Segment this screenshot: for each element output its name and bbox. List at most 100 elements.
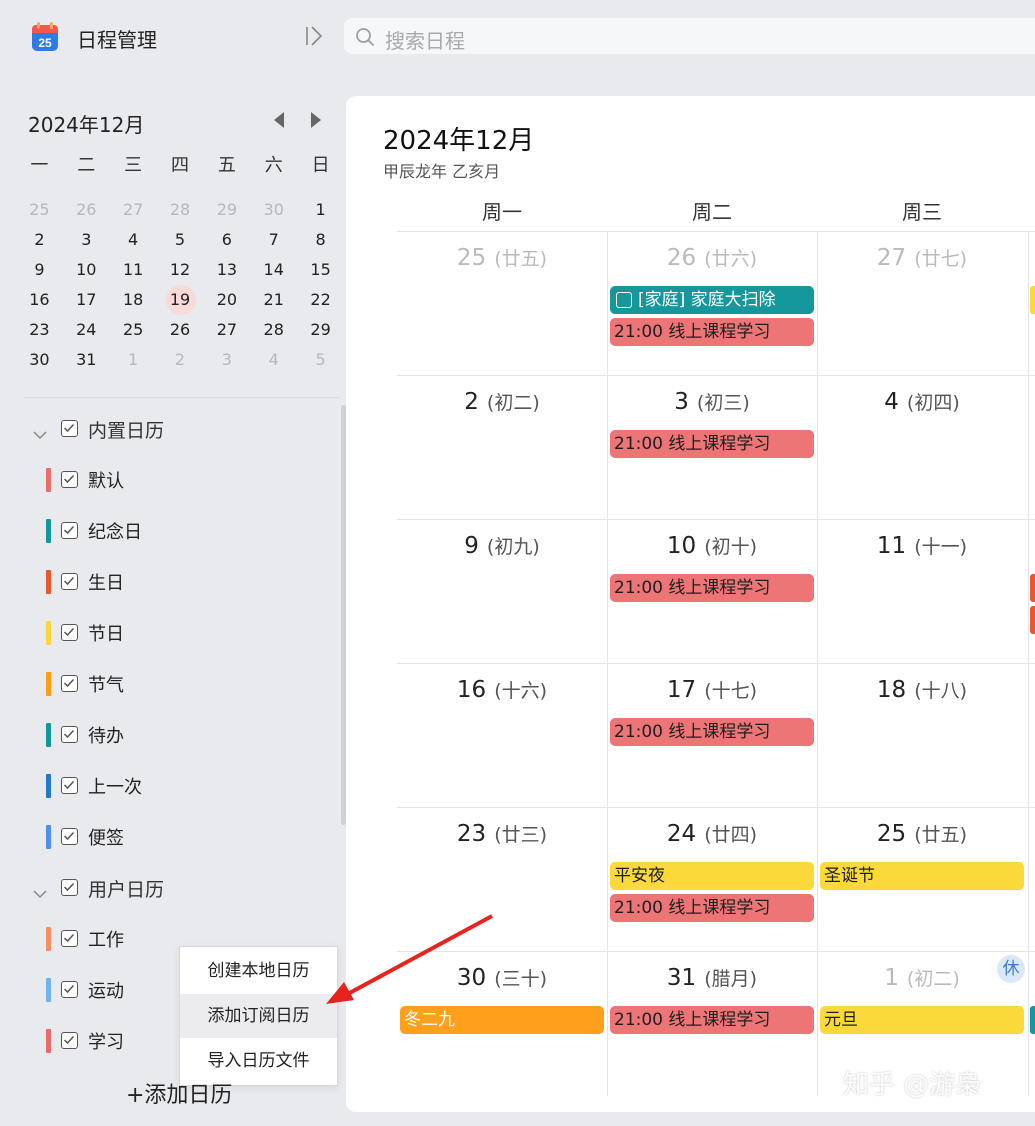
day-header[interactable]: 24 (廿四) xyxy=(607,820,817,847)
calendar-item-label[interactable]: 运动 xyxy=(88,977,124,1003)
mini-day-cell[interactable]: 4 xyxy=(250,345,297,375)
day-header[interactable]: 4 (初四) xyxy=(817,388,1027,415)
prev-month-icon[interactable] xyxy=(272,111,286,129)
chevron-down-icon[interactable] xyxy=(33,425,47,440)
mini-day-cell[interactable]: 30 xyxy=(16,345,63,375)
day-header[interactable]: 16 (十六) xyxy=(397,676,607,703)
event-chip-clipped[interactable] xyxy=(1030,574,1035,602)
collapse-sidebar-icon[interactable] xyxy=(302,24,326,48)
mini-day-cell[interactable]: 29 xyxy=(203,195,250,225)
day-header[interactable]: 17 (十七) xyxy=(607,676,817,703)
calendar-checkbox[interactable] xyxy=(61,675,78,692)
event-chip[interactable]: 21:00 线上课程学习 xyxy=(610,894,814,922)
day-header[interactable]: 1 (初二) xyxy=(817,964,1027,991)
todo-checkbox-icon[interactable] xyxy=(616,292,632,308)
day-header[interactable]: 25 (廿五) xyxy=(397,244,607,271)
calendar-item-label[interactable]: 节气 xyxy=(88,671,124,697)
calendar-item-label[interactable]: 默认 xyxy=(88,467,124,493)
event-chip-clipped[interactable] xyxy=(1030,1006,1035,1034)
mini-day-cell[interactable]: 30 xyxy=(250,195,297,225)
mini-day-cell[interactable]: 3 xyxy=(63,225,110,255)
mini-day-cell[interactable]: 27 xyxy=(110,195,157,225)
mini-day-cell[interactable]: 9 xyxy=(16,255,63,285)
calendar-item-label[interactable]: 学习 xyxy=(88,1028,124,1054)
mini-day-cell[interactable]: 28 xyxy=(250,315,297,345)
chevron-down-icon[interactable] xyxy=(33,884,47,899)
menu-item-create-local[interactable]: 创建本地日历 xyxy=(180,949,337,993)
mini-day-cell[interactable]: 3 xyxy=(203,345,250,375)
calendar-item-label[interactable]: 生日 xyxy=(88,569,124,595)
mini-day-cell[interactable]: 22 xyxy=(297,285,344,315)
calendar-checkbox[interactable] xyxy=(61,726,78,743)
event-chip-clipped[interactable] xyxy=(1030,286,1035,314)
group-checkbox[interactable] xyxy=(61,879,78,896)
day-header[interactable]: 10 (初十) xyxy=(607,532,817,559)
mini-day-cell[interactable]: 26 xyxy=(63,195,110,225)
mini-day-cell[interactable]: 28 xyxy=(157,195,204,225)
calendar-item-label[interactable]: 上一次 xyxy=(88,773,142,799)
mini-day-cell[interactable]: 7 xyxy=(250,225,297,255)
mini-day-cell[interactable]: 2 xyxy=(16,225,63,255)
event-chip[interactable]: 元旦 xyxy=(820,1006,1024,1034)
calendar-checkbox[interactable] xyxy=(61,1032,78,1049)
event-chip[interactable]: 21:00 线上课程学习 xyxy=(610,574,814,602)
mini-day-cell[interactable]: 25 xyxy=(16,195,63,225)
calendar-checkbox[interactable] xyxy=(61,981,78,998)
event-chip[interactable]: 21:00 线上课程学习 xyxy=(610,430,814,458)
mini-day-cell[interactable]: 11 xyxy=(110,255,157,285)
menu-item-add-subscription[interactable]: 添加订阅日历 xyxy=(180,994,337,1038)
day-header[interactable]: 9 (初九) xyxy=(397,532,607,559)
calendar-checkbox[interactable] xyxy=(61,930,78,947)
mini-day-cell[interactable]: 27 xyxy=(203,315,250,345)
mini-day-cell[interactable]: 16 xyxy=(16,285,63,315)
group-checkbox[interactable] xyxy=(61,420,78,437)
calendar-checkbox[interactable] xyxy=(61,573,78,590)
mini-day-cell[interactable]: 10 xyxy=(63,255,110,285)
mini-day-cell[interactable]: 4 xyxy=(110,225,157,255)
mini-day-cell[interactable]: 1 xyxy=(297,195,344,225)
mini-day-cell[interactable]: 2 xyxy=(157,345,204,375)
calendar-item-label[interactable]: 纪念日 xyxy=(88,518,142,544)
calendar-item-label[interactable]: 便签 xyxy=(88,824,124,850)
calendar-item-label[interactable]: 节日 xyxy=(88,620,124,646)
day-header[interactable]: 11 (十一) xyxy=(817,532,1027,559)
calendar-checkbox[interactable] xyxy=(61,471,78,488)
mini-day-cell[interactable]: 13 xyxy=(203,255,250,285)
event-chip[interactable]: 21:00 线上课程学习 xyxy=(610,318,814,346)
mini-day-cell[interactable]: 29 xyxy=(297,315,344,345)
mini-day-cell[interactable]: 12 xyxy=(157,255,204,285)
mini-day-cell[interactable]: 6 xyxy=(203,225,250,255)
mini-day-cell[interactable]: 26 xyxy=(157,315,204,345)
mini-day-cell[interactable]: 24 xyxy=(63,315,110,345)
mini-day-cell[interactable]: 14 xyxy=(250,255,297,285)
day-header[interactable]: 25 (廿五) xyxy=(817,820,1027,847)
event-chip[interactable]: 冬二九 xyxy=(400,1006,604,1034)
next-month-icon[interactable] xyxy=(309,111,323,129)
mini-day-cell[interactable]: 21 xyxy=(250,285,297,315)
event-chip[interactable]: 21:00 线上课程学习 xyxy=(610,718,814,746)
day-header[interactable]: 31 (腊月) xyxy=(607,964,817,991)
day-header[interactable]: 18 (十八) xyxy=(817,676,1027,703)
event-chip[interactable]: 21:00 线上课程学习 xyxy=(610,1006,814,1034)
mini-day-cell[interactable]: 17 xyxy=(63,285,110,315)
add-calendar-button[interactable]: +添加日历 xyxy=(126,1077,232,1109)
mini-day-cell[interactable]: 8 xyxy=(297,225,344,255)
event-chip[interactable]: 圣诞节 xyxy=(820,862,1024,890)
mini-day-cell[interactable]: 31 xyxy=(63,345,110,375)
mini-day-cell[interactable]: 19 xyxy=(157,285,204,315)
day-header[interactable]: 2 (初二) xyxy=(397,388,607,415)
day-header[interactable]: 27 (廿七) xyxy=(817,244,1027,271)
mini-day-cell[interactable]: 18 xyxy=(110,285,157,315)
mini-day-cell[interactable]: 15 xyxy=(297,255,344,285)
calendar-checkbox[interactable] xyxy=(61,522,78,539)
mini-day-cell[interactable]: 1 xyxy=(110,345,157,375)
mini-day-cell[interactable]: 5 xyxy=(297,345,344,375)
day-header[interactable]: 23 (廿三) xyxy=(397,820,607,847)
calendar-checkbox[interactable] xyxy=(61,777,78,794)
event-chip-clipped[interactable] xyxy=(1030,606,1035,634)
event-chip[interactable]: [家庭] 家庭大扫除 xyxy=(610,286,814,314)
day-header[interactable]: 26 (廿六) xyxy=(607,244,817,271)
calendar-checkbox[interactable] xyxy=(61,624,78,641)
mini-day-cell[interactable]: 23 xyxy=(16,315,63,345)
mini-day-cell[interactable]: 20 xyxy=(203,285,250,315)
